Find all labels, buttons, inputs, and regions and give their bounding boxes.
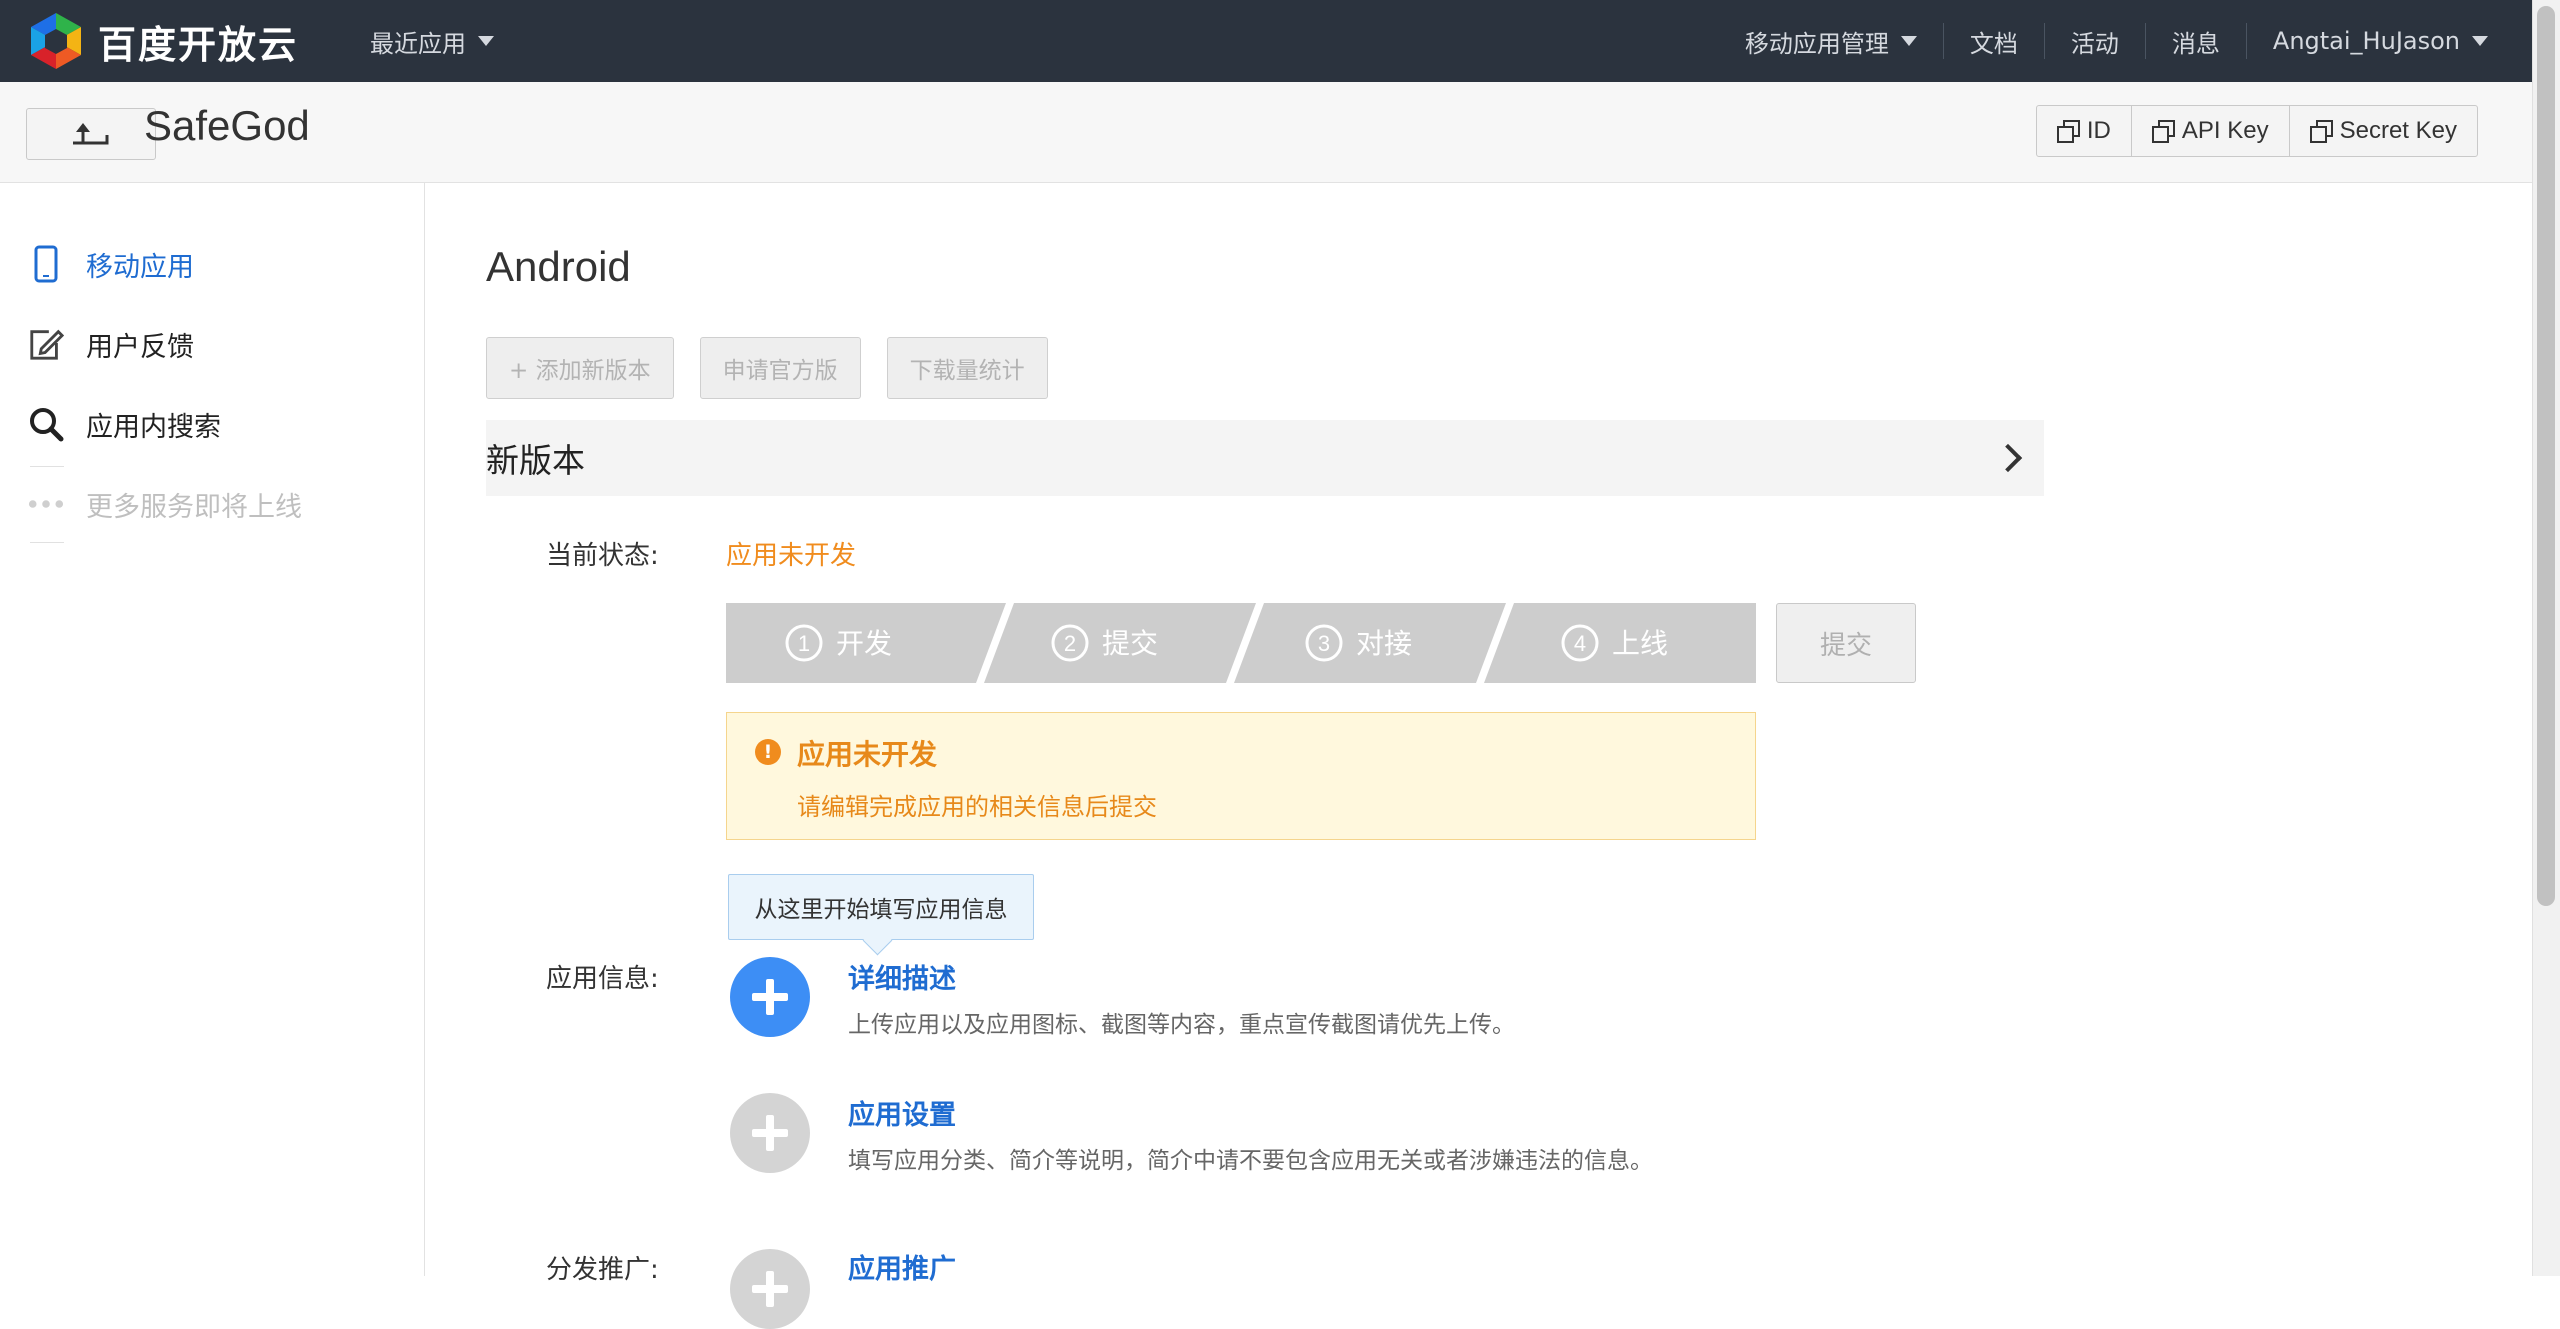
platform-title: Android bbox=[486, 243, 631, 290]
divider bbox=[30, 542, 64, 543]
nav-events[interactable]: 活动 bbox=[2043, 23, 2145, 59]
alert-description: 请编辑完成应用的相关信息后提交 bbox=[797, 793, 1157, 821]
status-value: 应用未开发 bbox=[726, 541, 857, 571]
submit-button[interactable]: 提交 bbox=[1776, 603, 1916, 683]
sidebar-item-user-feedback[interactable]: 用户反馈 bbox=[28, 314, 194, 374]
sidebar-item-label: 更多服务即将上线 bbox=[86, 491, 302, 523]
id-button-label: ID bbox=[2086, 117, 2111, 144]
apply-official-version-button[interactable]: 申请官方版 bbox=[699, 337, 861, 399]
add-description-button[interactable] bbox=[730, 957, 810, 1037]
step-number: 4 bbox=[1574, 631, 1586, 656]
plus-icon bbox=[752, 1115, 788, 1151]
nav-label: 活动 bbox=[2070, 29, 2119, 58]
sidebar-item-label: 用户反馈 bbox=[86, 331, 194, 363]
phone-icon bbox=[28, 244, 64, 284]
detail-description-link[interactable]: 详细描述 bbox=[848, 957, 956, 996]
add-settings-button[interactable] bbox=[730, 1093, 810, 1173]
secret-key-button[interactable]: Secret Key bbox=[2288, 106, 2477, 156]
action-buttons: + 添加新版本 申请官方版 下载量统计 bbox=[486, 337, 1074, 399]
api-key-button-label: API Key bbox=[2181, 117, 2269, 144]
chevron-down-icon bbox=[2472, 36, 2488, 46]
step-3: 3 对接 bbox=[1305, 624, 1412, 662]
user-name: Angtai_HuJason bbox=[2272, 27, 2460, 55]
sidebar-item-label: 应用内搜索 bbox=[86, 411, 221, 443]
copy-icon bbox=[2056, 120, 2080, 143]
sidebar-item-mobile-apps[interactable]: 移动应用 bbox=[28, 234, 194, 294]
brand-name: 百度开放云 bbox=[98, 22, 299, 67]
status-alert: ! 应用未开发 请编辑完成应用的相关信息后提交 bbox=[726, 712, 1756, 840]
sidebar: 移动应用 用户反馈 应用内搜索 更多服务即将上线 bbox=[0, 183, 425, 1276]
baidu-cloud-logo-icon bbox=[31, 13, 81, 69]
nav-mobile-app-management[interactable]: 移动应用管理 bbox=[1719, 23, 1943, 59]
step-label: 对接 bbox=[1356, 627, 1412, 660]
scrollbar-thumb[interactable] bbox=[2537, 6, 2555, 906]
sidebar-item-label: 移动应用 bbox=[86, 251, 194, 283]
step-number: 2 bbox=[1064, 631, 1076, 656]
app-info-label: 应用信息: bbox=[546, 964, 659, 994]
step-4: 4 上线 bbox=[1561, 624, 1668, 662]
alert-title: 应用未开发 bbox=[797, 738, 938, 771]
edit-icon bbox=[28, 324, 64, 364]
api-key-button[interactable]: API Key bbox=[2130, 106, 2289, 156]
download-stats-button[interactable]: 下载量统计 bbox=[886, 337, 1048, 399]
new-version-section-header[interactable]: 新版本 bbox=[486, 420, 2044, 496]
step-label: 上线 bbox=[1612, 627, 1668, 660]
return-arrow-icon bbox=[73, 123, 109, 145]
app-title: SafeGod bbox=[144, 102, 310, 149]
page-scrollbar[interactable] bbox=[2532, 0, 2560, 1276]
tooltip-arrow bbox=[862, 925, 893, 956]
step-1: 1 开发 bbox=[785, 624, 892, 662]
step-label: 开发 bbox=[836, 627, 892, 660]
distribute-label: 分发推广: bbox=[546, 1255, 659, 1285]
detail-description-text: 上传应用以及应用图标、截图等内容，重点宣传截图请优先上传。 bbox=[848, 1012, 1515, 1038]
secret-key-button-label: Secret Key bbox=[2339, 117, 2457, 144]
chevron-down-icon bbox=[1900, 36, 1917, 46]
back-button[interactable] bbox=[26, 108, 156, 160]
plus-icon bbox=[752, 1271, 788, 1307]
sidebar-item-in-app-search[interactable]: 应用内搜索 bbox=[28, 394, 221, 454]
app-settings-text: 填写应用分类、简介等说明，简介中请不要包含应用无关或者涉嫌违法的信息。 bbox=[848, 1148, 1653, 1174]
add-promotion-button[interactable] bbox=[730, 1249, 810, 1329]
chevron-right-icon bbox=[1993, 443, 2023, 473]
status-label: 当前状态: bbox=[546, 541, 659, 571]
step-2: 2 提交 bbox=[1051, 624, 1158, 662]
brand-logo[interactable]: 百度开放云 bbox=[28, 8, 298, 74]
recent-apps-label: 最近应用 bbox=[370, 29, 466, 58]
more-dots-icon bbox=[28, 484, 64, 524]
step-label: 提交 bbox=[1102, 627, 1158, 660]
nav-label: 移动应用管理 bbox=[1744, 29, 1889, 58]
top-navigation-bar: 百度开放云 最近应用 移动应用管理 文档 活动 消息 Angtai_HuJaso… bbox=[0, 0, 2532, 82]
nav-messages[interactable]: 消息 bbox=[2144, 23, 2246, 59]
tooltip-text: 从这里开始填写应用信息 bbox=[754, 897, 1008, 923]
search-icon bbox=[28, 404, 64, 444]
top-nav-right: 移动应用管理 文档 活动 消息 Angtai_HuJason bbox=[1719, 0, 2514, 82]
sidebar-item-more-services: 更多服务即将上线 bbox=[28, 474, 302, 534]
plus-icon bbox=[752, 979, 788, 1015]
chevron-down-icon bbox=[478, 36, 494, 46]
divider bbox=[30, 466, 64, 467]
add-new-version-button[interactable]: + 添加新版本 bbox=[486, 337, 674, 399]
start-here-tooltip: 从这里开始填写应用信息 bbox=[728, 874, 1034, 956]
id-button[interactable]: ID bbox=[2037, 106, 2131, 156]
app-promotion-link[interactable]: 应用推广 bbox=[848, 1247, 956, 1286]
app-header-bar: SafeGod ID API Key Secret Key bbox=[0, 82, 2532, 183]
section-title: 新版本 bbox=[486, 441, 585, 480]
nav-label: 文档 bbox=[1969, 29, 2018, 58]
copy-icon bbox=[2309, 120, 2333, 143]
nav-docs[interactable]: 文档 bbox=[1942, 23, 2044, 59]
user-menu[interactable]: Angtai_HuJason bbox=[2245, 23, 2514, 59]
step-number: 3 bbox=[1318, 631, 1330, 656]
nav-label: 消息 bbox=[2171, 29, 2220, 58]
copy-icon bbox=[2151, 120, 2175, 143]
app-settings-link[interactable]: 应用设置 bbox=[848, 1093, 956, 1132]
key-button-group: ID API Key Secret Key bbox=[2035, 105, 2478, 157]
exclamation-circle-icon: ! bbox=[755, 739, 781, 765]
progress-steps: 1 开发 2 提交 3 对接 4 上线 bbox=[726, 603, 1756, 683]
recent-apps-dropdown[interactable]: 最近应用 bbox=[370, 0, 494, 82]
step-number: 1 bbox=[798, 631, 810, 656]
